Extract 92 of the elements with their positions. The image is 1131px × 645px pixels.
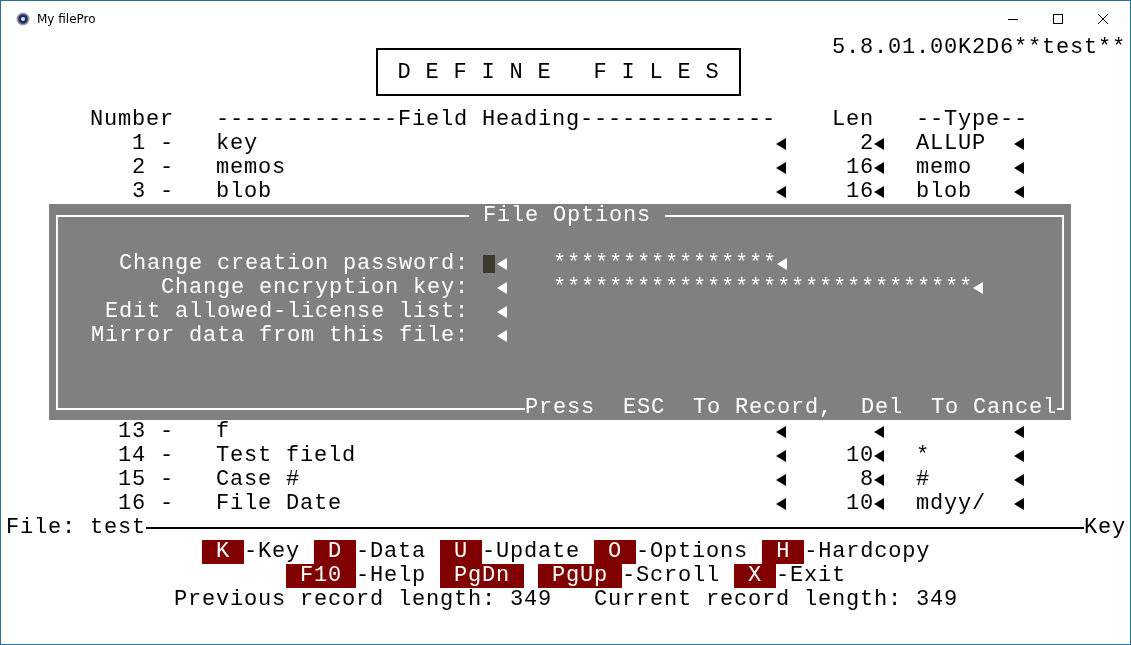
key-button[interactable]: H [762, 540, 805, 564]
left-triangle-icon [874, 138, 884, 150]
field-heading: File Date [216, 492, 344, 516]
field-type: mdyy/ [916, 492, 987, 516]
key-button[interactable]: PgDn [440, 564, 525, 588]
field-number: 3 - [131, 180, 174, 204]
field-number: 16 - [118, 492, 174, 516]
file-label: File: test [6, 516, 147, 540]
left-triangle-icon [776, 426, 786, 438]
field-heading: blob [216, 180, 273, 204]
command-label: -Hardcopy [804, 540, 931, 564]
key-label: Key [1084, 516, 1126, 540]
key-button[interactable]: X [734, 564, 777, 588]
field-heading: key [216, 132, 259, 156]
left-triangle-icon [1014, 450, 1024, 462]
column-header: Len [832, 108, 874, 132]
command-label: -Key [244, 540, 301, 564]
field-length: 10 [845, 444, 874, 468]
left-triangle-icon [776, 450, 786, 462]
field-length: 16 [845, 156, 874, 180]
screen-title: D E F I N E F I L E S [376, 48, 741, 96]
masked-value[interactable]: ****************************** [553, 276, 974, 300]
column-header: -------------Field Heading-------------- [216, 108, 776, 132]
left-triangle-icon [1014, 162, 1024, 174]
field-number: 13 - [118, 420, 174, 444]
field-type: * [916, 444, 931, 468]
left-triangle-icon [874, 186, 884, 198]
field-type: memo [916, 156, 973, 180]
maximize-icon[interactable] [1053, 13, 1063, 24]
left-triangle-icon [1014, 498, 1024, 510]
left-triangle-icon [776, 138, 786, 150]
option-label: Edit allowed-license list: [103, 300, 469, 324]
column-header: --Type-- [916, 108, 1028, 132]
record-length-text: Current record length: 349 [594, 588, 959, 612]
left-triangle-icon [776, 498, 786, 510]
left-triangle-icon [776, 186, 786, 198]
left-triangle-icon [874, 450, 884, 462]
field-number: 1 - [131, 132, 174, 156]
field-heading: memos [216, 156, 287, 180]
key-button[interactable]: O [594, 540, 637, 564]
option-label: Change creation password: [117, 252, 469, 276]
field-number: 2 - [131, 156, 174, 180]
key-button[interactable]: PgUp [538, 564, 623, 588]
field-length: 8 [859, 468, 874, 492]
command-label: -Scroll [622, 564, 721, 588]
field-type: blob [916, 180, 973, 204]
left-triangle-icon [776, 162, 786, 174]
left-triangle-icon [1014, 186, 1024, 198]
field-number: 15 - [118, 468, 174, 492]
field-length: 10 [845, 492, 874, 516]
app-icon [16, 11, 30, 26]
field-heading: f [216, 420, 231, 444]
command-label: -Data [356, 540, 427, 564]
field-length: 16 [845, 180, 874, 204]
field-type: # [916, 468, 931, 492]
masked-value[interactable]: **************** [553, 252, 778, 276]
field-type: ALLUP [916, 132, 987, 156]
option-label: Mirror data from this file: [89, 324, 469, 348]
left-triangle-icon [874, 474, 884, 486]
left-triangle-icon [776, 474, 786, 486]
version-text: 5.8.01.00K2D6**test** [832, 36, 1126, 60]
key-button[interactable]: U [440, 540, 483, 564]
field-heading: Test field [216, 444, 358, 468]
field-number: 14 - [118, 444, 174, 468]
left-triangle-icon [497, 282, 507, 294]
key-button[interactable]: F10 [286, 564, 356, 588]
window-title: My filePro [37, 11, 96, 26]
command-label: -Help [356, 564, 427, 588]
column-header: Number [90, 108, 174, 132]
option-label: Change encryption key: [159, 276, 469, 300]
left-triangle-icon [874, 498, 884, 510]
command-label: -Update [482, 540, 581, 564]
left-triangle-icon [1014, 474, 1024, 486]
close-icon[interactable] [1098, 13, 1108, 24]
left-triangle-icon [497, 306, 507, 318]
left-triangle-icon [1014, 426, 1024, 438]
left-triangle-icon [874, 162, 884, 174]
command-label: -Options [636, 540, 749, 564]
left-triangle-icon [1014, 138, 1024, 150]
left-triangle-icon [874, 426, 884, 438]
dialog-title: File Options [469, 204, 665, 228]
dialog-hint: Press ESC To Record, Del To Cancel [525, 396, 1057, 420]
left-triangle-icon [973, 282, 984, 294]
command-label: -Exit [776, 564, 847, 588]
field-heading: Case # [216, 468, 301, 492]
left-triangle-icon [777, 258, 788, 270]
key-button[interactable]: D [314, 540, 357, 564]
record-length-text: Previous record length: 349 [174, 588, 553, 612]
key-button[interactable]: K [202, 540, 244, 564]
left-triangle-icon [497, 258, 507, 270]
left-triangle-icon [497, 330, 507, 342]
field-length: 2 [859, 132, 874, 156]
